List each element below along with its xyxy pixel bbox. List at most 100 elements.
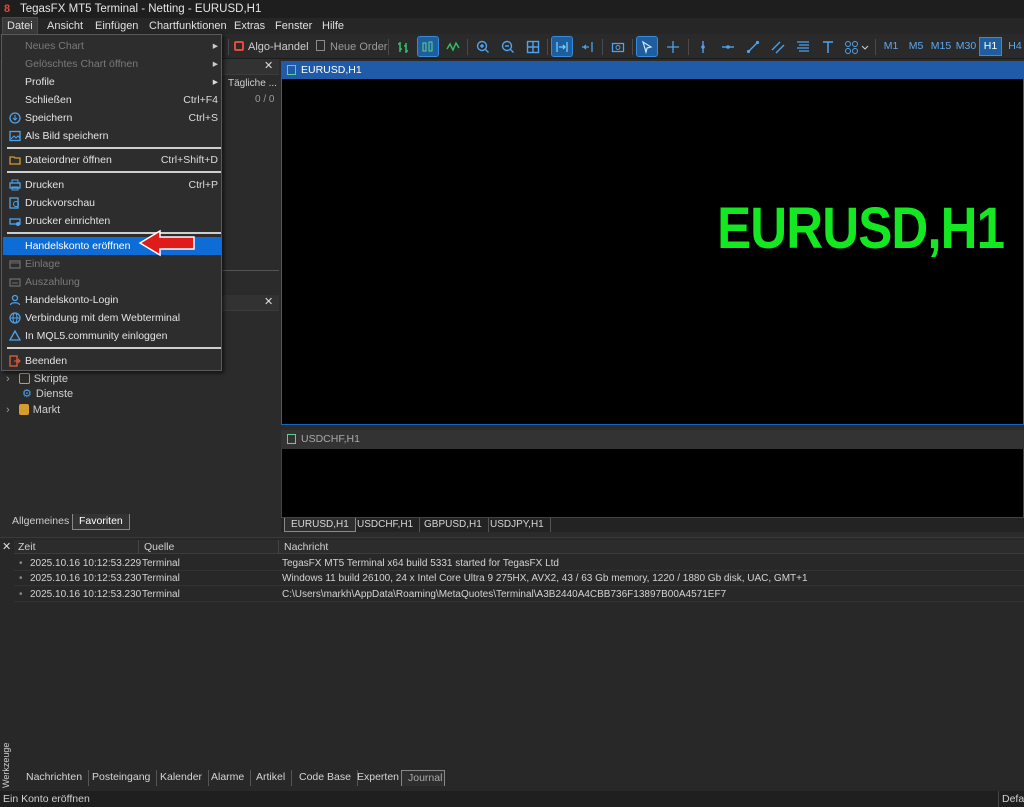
menu-datei[interactable]: Datei: [2, 17, 38, 35]
toolbox-tab-alarme[interactable]: Alarme: [205, 770, 252, 786]
timeframe-h4[interactable]: H4: [1006, 38, 1024, 55]
timeframe-h1[interactable]: H1: [979, 37, 1002, 56]
navigator-label: Skripte: [33, 373, 68, 385]
col-zeit[interactable]: Zeit: [18, 540, 36, 554]
horizontal-line-icon[interactable]: [718, 37, 738, 56]
chart-title-bar[interactable]: EURUSD,H1: [281, 61, 1024, 79]
algo-trading-icon: [234, 41, 244, 51]
navigator-item-markt[interactable]: › Markt: [6, 403, 60, 418]
close-icon[interactable]: ✕: [264, 60, 273, 72]
col-quelle[interactable]: Quelle: [144, 540, 174, 554]
chart-shift-icon[interactable]: [577, 37, 597, 56]
screenshot-icon[interactable]: [608, 37, 628, 56]
menu-item-druckvorschau[interactable]: Druckvorschau: [3, 194, 222, 212]
menu-item-speichern[interactable]: Speichern Ctrl+S: [3, 109, 222, 127]
journal-time: 2025.10.16 10:12:53.230: [30, 589, 142, 600]
menu-chartfunktionen[interactable]: Chartfunktionen: [145, 18, 231, 34]
fibonacci-icon[interactable]: [793, 37, 813, 56]
timeframe-m1[interactable]: M1: [880, 38, 902, 55]
trend-line-icon[interactable]: [743, 37, 763, 56]
menu-separator: [7, 171, 221, 173]
close-icon[interactable]: ✕: [2, 540, 11, 553]
menu-bar: Datei Ansicht Einfügen Chartfunktionen E…: [0, 17, 1024, 35]
timeframe-m30[interactable]: M30: [955, 38, 977, 55]
user-icon: [9, 294, 21, 306]
toolbox-tab-kalender[interactable]: Kalender: [154, 770, 210, 786]
vertical-line-icon[interactable]: [693, 37, 713, 56]
menu-item-als-bild-speichern[interactable]: Als Bild speichern: [3, 127, 222, 145]
journal-row[interactable]: • 2025.10.16 10:12:53.229 Terminal Tegas…: [14, 556, 1024, 571]
zoom-in-icon[interactable]: [473, 37, 493, 56]
file-menu-dropdown: Neues Chart ▸ Gelöschtes Chart öffnen ▸ Pr…: [1, 34, 222, 371]
market-watch-column-header[interactable]: Tägliche ...: [228, 78, 277, 89]
navigator-label: Markt: [32, 404, 61, 416]
menu-ansicht[interactable]: Ansicht: [43, 18, 87, 34]
toolbox-side-label: Werkzeuge: [1, 742, 14, 788]
tile-windows-icon[interactable]: [523, 37, 543, 56]
printer-setup-icon: [9, 218, 21, 226]
menu-item-drucken[interactable]: Drucken Ctrl+P: [3, 176, 222, 194]
zoom-out-icon[interactable]: [498, 37, 518, 56]
chart-tab-gbpusd[interactable]: GBPUSD,H1: [418, 518, 489, 532]
cursor-icon[interactable]: [636, 36, 658, 57]
algo-trading-button[interactable]: Algo-Handel: [234, 38, 309, 56]
toolbox-tab-artikel[interactable]: Artikel: [250, 770, 293, 786]
algo-trading-label: Algo-Handel: [248, 41, 309, 53]
menu-item-neues-chart[interactable]: Neues Chart ▸: [3, 37, 222, 55]
menu-item-mql5-login[interactable]: In MQL5.community einloggen: [3, 327, 222, 345]
menu-item-label: Einlage: [25, 258, 61, 270]
timeframe-m5[interactable]: M5: [905, 38, 927, 55]
navigator-item-skripte[interactable]: › Skripte: [6, 372, 68, 387]
chart-tab-usdchf[interactable]: USDCHF,H1: [351, 518, 421, 532]
toolbox-tab-journal[interactable]: Journal: [401, 770, 445, 786]
chart-tab-usdjpy[interactable]: USDJPY,H1: [484, 518, 551, 532]
toolbox-tab-code-base[interactable]: Code Base: [293, 770, 358, 786]
menu-item-einlage[interactable]: Einlage: [3, 255, 222, 273]
text-tool-icon[interactable]: [818, 37, 838, 56]
folder-icon: [9, 156, 21, 165]
journal-row[interactable]: • 2025.10.16 10:12:53.230 Terminal C:\Us…: [14, 587, 1024, 602]
close-icon[interactable]: ✕: [264, 296, 273, 308]
menu-extras[interactable]: Extras: [230, 18, 269, 34]
channel-icon[interactable]: [768, 37, 788, 56]
bullet-icon: •: [19, 573, 23, 584]
candlestick-chart-icon[interactable]: [417, 36, 439, 57]
menu-item-geloeschtes-chart[interactable]: Gelöschtes Chart öffnen ▸: [3, 55, 222, 73]
toolbox-tab-posteingang[interactable]: Posteingang: [86, 770, 158, 786]
menu-item-handelskonto-login[interactable]: Handelskonto-Login: [3, 291, 222, 309]
line-chart-icon[interactable]: [443, 37, 463, 56]
toolbox-tab-nachrichten[interactable]: Nachrichten: [20, 770, 90, 786]
crosshair-icon[interactable]: [663, 37, 683, 56]
menu-einfuegen[interactable]: Einfügen: [91, 18, 142, 34]
menu-item-schliessen[interactable]: Schließen Ctrl+F4: [3, 91, 222, 109]
chart-title-bar[interactable]: USDCHF,H1: [281, 430, 1024, 449]
menu-item-label: Profile: [25, 76, 55, 88]
journal-row[interactable]: • 2025.10.16 10:12:53.230 Terminal Windo…: [14, 571, 1024, 586]
new-order-label: Neue Order: [330, 41, 388, 53]
new-order-button[interactable]: Neue Order: [316, 38, 387, 56]
col-nachricht[interactable]: Nachricht: [284, 540, 328, 554]
globe-icon: [9, 312, 21, 324]
app-logo-icon: 8: [4, 3, 11, 15]
chart-tab-eurusd[interactable]: EURUSD,H1: [284, 518, 356, 532]
tab-allgemeines[interactable]: Allgemeines: [6, 514, 77, 530]
timeframe-m15[interactable]: M15: [929, 38, 953, 55]
menu-fenster[interactable]: Fenster: [271, 18, 316, 34]
menu-item-webterminal[interactable]: Verbindung mit dem Webterminal: [3, 309, 222, 327]
autoscroll-icon[interactable]: [551, 36, 573, 57]
menu-item-dateiordner-oeffnen[interactable]: Dateiordner öffnen Ctrl+Shift+D: [3, 151, 222, 169]
tab-favoriten[interactable]: Favoriten: [72, 514, 130, 530]
bar-chart-icon[interactable]: [393, 37, 413, 56]
submenu-arrow-icon: ▸: [212, 58, 218, 70]
menu-item-beenden[interactable]: Beenden: [3, 352, 222, 370]
menu-item-drucker-einrichten[interactable]: Drucker einrichten: [3, 212, 222, 230]
menu-item-profile[interactable]: Profile ▸: [3, 73, 222, 91]
status-profile[interactable]: Defau: [998, 791, 1024, 807]
exit-icon: [9, 355, 21, 367]
column-divider: [138, 540, 139, 554]
shapes-dropdown-icon[interactable]: [843, 37, 871, 56]
toolbox-tab-experten[interactable]: Experten: [351, 770, 407, 786]
navigator-item-dienste[interactable]: ⚙ Dienste: [6, 387, 73, 402]
menu-item-auszahlung[interactable]: Auszahlung: [3, 273, 222, 291]
menu-hilfe[interactable]: Hilfe: [318, 18, 348, 34]
